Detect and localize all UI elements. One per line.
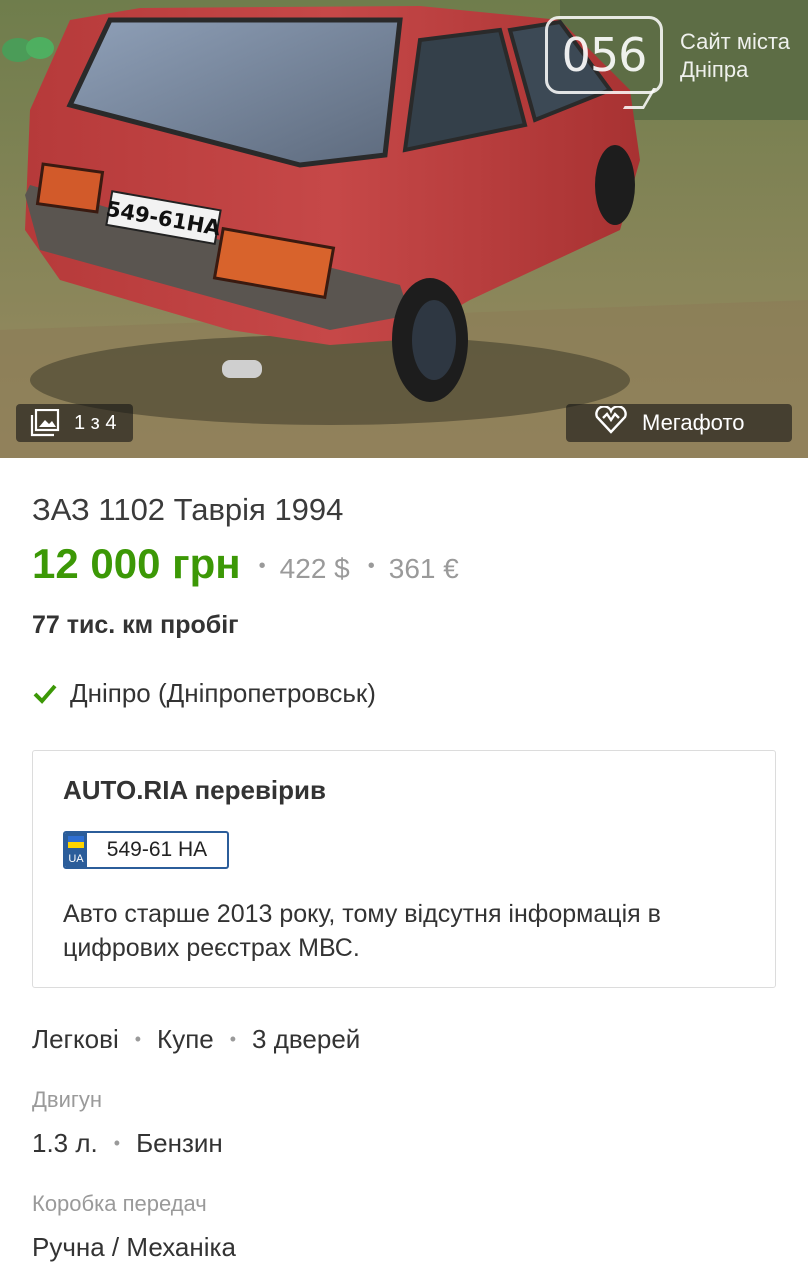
photo-counter[interactable]: 1 з 4 (16, 404, 133, 442)
doors-count: 3 дверей (252, 1024, 361, 1054)
price-row: 12 000 грн • 422 $ • 361 € (32, 540, 459, 588)
site-watermark: 056 Сайт міста Дніпра (545, 16, 805, 116)
engine-row: 1.3 л. • Бензин (32, 1128, 223, 1159)
gearbox-value: Ручна / Механіка (32, 1232, 236, 1262)
separator-dot: • (113, 1133, 121, 1153)
listing-title: ЗАЗ 1102 Таврія 1994 (32, 492, 344, 527)
separator-dot: • (229, 1029, 237, 1049)
photo-counter-text: 1 з 4 (74, 411, 117, 434)
mileage: 77 тис. км пробіг (32, 611, 239, 639)
fuel-type: Бензин (136, 1128, 223, 1158)
verification-note: Авто старше 2013 року, тому відсутня інф… (63, 900, 661, 962)
gearbox-row: Ручна / Механіка (32, 1232, 236, 1263)
location[interactable]: Дніпро (Дніпропетровськ) (32, 678, 376, 709)
price-usd: 422 $ (279, 553, 350, 584)
separator-dot: • (134, 1029, 142, 1049)
plate-number: 549-61 НА (106, 838, 208, 861)
license-plate-badge: UA 549-61 НА (63, 831, 229, 869)
megafoto-heart-icon (594, 405, 628, 440)
watermark-text: Сайт міста Дніпра (680, 28, 808, 84)
price-separator: • (367, 555, 375, 577)
body-type-row: Легкові • Купе • 3 дверей (32, 1024, 360, 1055)
watermark-logo: 056 (545, 16, 663, 94)
checkmark-icon (32, 681, 58, 707)
price-eur: 361 € (388, 553, 459, 584)
autoria-verification-card: AUTO.RIA перевірив UA 549-61 НА Авто ста… (32, 750, 776, 988)
megafoto-button[interactable]: Мегафото (566, 404, 792, 442)
megafoto-label: Мегафото (642, 410, 745, 435)
engine-label: Двигун (32, 1087, 103, 1112)
body-style: Купе (157, 1024, 214, 1054)
ukraine-flag-icon: UA (65, 833, 87, 867)
verification-title: AUTO.RIA перевірив (63, 775, 327, 805)
listing-photo[interactable]: 549-61HA 056 Сайт міста Дніпра 1 з 4 Мег… (0, 0, 808, 458)
watermark-line-2: Дніпра (680, 57, 749, 82)
body-category: Легкові (32, 1024, 119, 1054)
location-text: Дніпро (Дніпропетровськ) (70, 678, 376, 708)
gallery-icon (30, 409, 60, 437)
watermark-line-1: Сайт міста (680, 29, 790, 54)
price-uah: 12 000 грн (32, 540, 241, 587)
gearbox-label: Коробка передач (32, 1191, 207, 1216)
engine-volume: 1.3 л. (32, 1128, 98, 1158)
price-separator: • (258, 555, 266, 577)
plate-country: UA (68, 853, 84, 865)
